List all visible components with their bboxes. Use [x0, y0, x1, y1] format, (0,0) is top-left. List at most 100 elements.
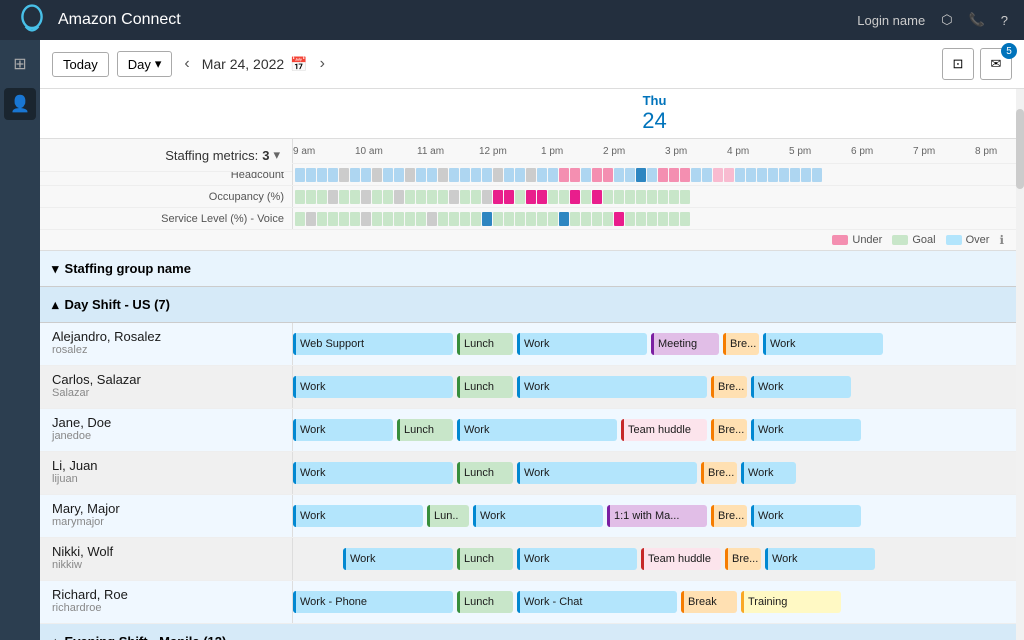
legend-over-label: Over: [966, 234, 990, 246]
bar-break-alejandro[interactable]: Bre...: [723, 333, 759, 355]
bar-work1-jane[interactable]: Work: [293, 419, 393, 441]
bar-work3-jane[interactable]: Work: [751, 419, 861, 441]
time-label-6pm: 6 pm: [851, 146, 873, 157]
hc-cell: [427, 168, 437, 182]
full-content: Today Day ▾ ‹ Mar 24, 2022 📅 › ⊡ ✉ 5: [40, 40, 1024, 640]
sl-cell: [383, 212, 393, 226]
day-shift-chevron-up[interactable]: ▴: [52, 297, 59, 313]
staffing-group-header: ▾ Staffing group name: [40, 251, 1016, 287]
bar-chat-richard[interactable]: Work - Chat: [517, 591, 677, 613]
occ-cell: [306, 190, 316, 204]
hc-cell: [416, 168, 426, 182]
occ-cell: [592, 190, 602, 204]
scrollbar-thumb[interactable]: [1016, 109, 1024, 189]
bar-work2-li[interactable]: Work: [517, 462, 697, 484]
bar-websupport-alejandro[interactable]: Web Support: [293, 333, 453, 355]
bar-meeting-alejandro[interactable]: Meeting: [651, 333, 719, 355]
sidebar-icon-grid[interactable]: ⊞: [4, 48, 36, 80]
bar-work1-li[interactable]: Work: [293, 462, 453, 484]
staffing-chevron-down[interactable]: ▾: [52, 261, 59, 277]
occ-cell: [482, 190, 492, 204]
bar-work1-mary[interactable]: Work: [293, 505, 423, 527]
occ-cell: [383, 190, 393, 204]
bar-lunch-mary[interactable]: Lun..: [427, 505, 469, 527]
bar-training-richard[interactable]: Training: [741, 591, 841, 613]
staffing-metrics-count: 3: [262, 148, 269, 163]
bar-work2-carlos[interactable]: Work: [517, 376, 707, 398]
hc-cell: [350, 168, 360, 182]
agent-username-richard: richardroe: [52, 602, 280, 614]
bar-work2-nikki[interactable]: Work: [517, 548, 637, 570]
today-button[interactable]: Today: [52, 52, 109, 77]
time-label-9am: 9 am: [293, 146, 315, 157]
time-labels-row: Staffing metrics: 3 ▾ 9 am 10 am 11 am 1…: [40, 139, 1016, 163]
bar-work2-mary[interactable]: Work: [473, 505, 603, 527]
bar-work1-carlos[interactable]: Work: [293, 376, 453, 398]
bar-break-mary[interactable]: Bre...: [711, 505, 747, 527]
bar-break-jane[interactable]: Bre...: [711, 419, 747, 441]
bar-break-richard[interactable]: Break: [681, 591, 737, 613]
evening-shift-header: ▴ Evening Shift - Manila (12): [40, 624, 1016, 640]
hc-cell: [614, 168, 624, 182]
sl-cell: [350, 212, 360, 226]
sl-cell: [427, 212, 437, 226]
bar-work1-alejandro[interactable]: Work: [517, 333, 647, 355]
occ-cell: [339, 190, 349, 204]
occ-cell: [537, 190, 547, 204]
sidebar-icon-people[interactable]: 👤: [4, 88, 36, 120]
info-icon[interactable]: ℹ: [999, 233, 1004, 247]
evening-shift-chevron-up[interactable]: ▴: [52, 634, 59, 640]
bar-work3-carlos[interactable]: Work: [751, 376, 851, 398]
bar-lunch-jane[interactable]: Lunch: [397, 419, 453, 441]
bar-teamhuddle-jane[interactable]: Team huddle: [621, 419, 707, 441]
help-icon[interactable]: ?: [1001, 13, 1008, 28]
occ-cell: [625, 190, 635, 204]
agent-name-richard: Richard, Roe: [52, 587, 280, 602]
bar-break-nikki[interactable]: Bre...: [725, 548, 761, 570]
hc-cell: [482, 168, 492, 182]
occ-cell: [669, 190, 679, 204]
occ-cell: [526, 190, 536, 204]
login-name[interactable]: Login name: [857, 13, 925, 28]
bar-work1-nikki[interactable]: Work: [343, 548, 453, 570]
bar-1on1-mary[interactable]: 1:1 with Ma...: [607, 505, 707, 527]
bar-work3-mary[interactable]: Work: [751, 505, 861, 527]
agent-schedule-richard: Work - Phone Lunch Work - Chat Break Tra…: [293, 581, 1016, 623]
bar-teamhuddle-nikki[interactable]: Team huddle: [641, 548, 721, 570]
hc-cell: [339, 168, 349, 182]
occ-cell: [515, 190, 525, 204]
bar-lunch-nikki[interactable]: Lunch: [457, 548, 513, 570]
occ-cell: [493, 190, 503, 204]
bar-lunch-richard[interactable]: Lunch: [457, 591, 513, 613]
bar-work3-li[interactable]: Work: [741, 462, 796, 484]
inbox-btn[interactable]: ✉ 5: [980, 48, 1012, 80]
service-level-row: Service Level (%) - Voice: [40, 207, 1016, 229]
bar-break-li[interactable]: Bre...: [701, 462, 737, 484]
metrics-dropdown[interactable]: ▾: [273, 147, 280, 163]
day-number: 24: [293, 108, 1016, 134]
staffing-metrics-label: Staffing metrics:: [165, 148, 258, 163]
hc-cell: [636, 168, 646, 182]
hc-cell: [691, 168, 701, 182]
bar-work2-jane[interactable]: Work: [457, 419, 617, 441]
phone-icon[interactable]: 📞: [969, 12, 985, 28]
bar-break-carlos[interactable]: Bre...: [711, 376, 747, 398]
bar-lunch-alejandro[interactable]: Lunch: [457, 333, 513, 355]
bar-work3-nikki[interactable]: Work: [765, 548, 875, 570]
calendar-icon[interactable]: 📅: [290, 56, 307, 73]
prev-nav[interactable]: ‹: [180, 55, 193, 73]
day-selector[interactable]: Day ▾: [117, 51, 173, 77]
bar-lunch-li[interactable]: Lunch: [457, 462, 513, 484]
occ-cell: [581, 190, 591, 204]
occ-cell: [438, 190, 448, 204]
bar-work2-alejandro[interactable]: Work: [763, 333, 883, 355]
view-schedule-btn[interactable]: ⊡: [942, 48, 974, 80]
logout-icon[interactable]: ⬡: [941, 12, 952, 28]
bar-phone-richard[interactable]: Work - Phone: [293, 591, 453, 613]
hc-cell: [735, 168, 745, 182]
hc-cell: [526, 168, 536, 182]
bar-lunch-carlos[interactable]: Lunch: [457, 376, 513, 398]
sl-cell: [493, 212, 503, 226]
sl-cell: [372, 212, 382, 226]
next-nav[interactable]: ›: [316, 55, 329, 73]
